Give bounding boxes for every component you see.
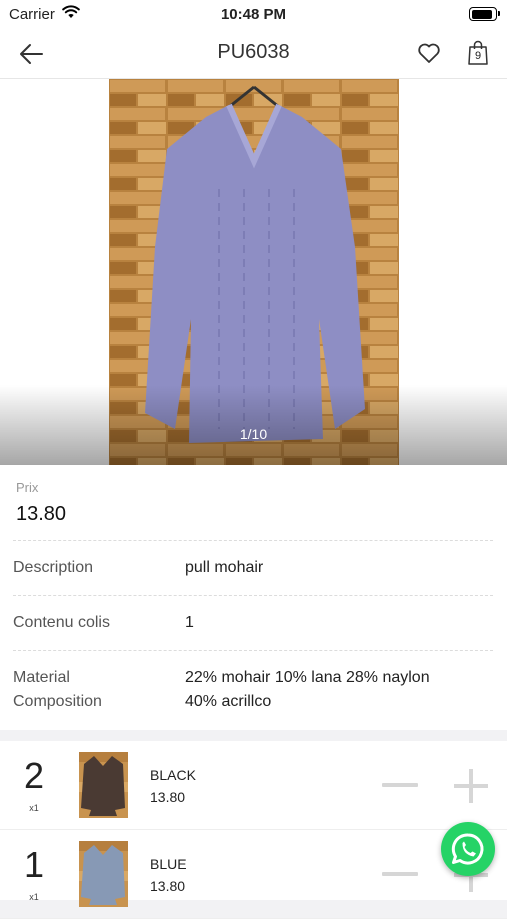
increase-quantity-button[interactable] (454, 769, 488, 803)
variant-list: 2 x1 BLACK 13.80 1 x1 BLUE 13.80 (0, 741, 507, 919)
divider (13, 540, 493, 541)
variant-thumbnail[interactable] (79, 841, 128, 907)
variant-row-blue: 1 x1 BLUE 13.80 (0, 830, 507, 919)
material-value-continued: 40% acrillco (185, 693, 272, 710)
variant-price: 13.80 (150, 878, 186, 894)
variant-color-name: BLUE (150, 856, 187, 872)
battery-icon (469, 7, 500, 21)
price-value: 13.80 (16, 503, 67, 525)
variant-color-name: BLACK (150, 767, 196, 783)
heart-icon[interactable] (417, 41, 441, 65)
product-image-gallery[interactable]: 1/10 (0, 79, 507, 465)
divider (13, 595, 493, 596)
variant-unit: x1 (29, 892, 39, 902)
clock: 10:48 PM (220, 6, 287, 23)
material-value: 22% mohair 10% lana 28% naylon (185, 669, 430, 686)
package-content-value: 1 (185, 614, 194, 631)
package-content-label: Contenu colis (13, 614, 110, 631)
whatsapp-button[interactable] (441, 822, 495, 876)
description-label: Description (13, 559, 94, 576)
navigation-bar: PU6038 9 (0, 30, 507, 79)
cart-button[interactable]: 9 (466, 40, 490, 66)
variant-thumbnail[interactable] (79, 752, 128, 818)
status-bar: Carrier 10:48 PM (0, 0, 507, 30)
cart-count-badge: 9 (474, 50, 482, 62)
variant-price: 13.80 (150, 789, 186, 805)
decrease-quantity-button[interactable] (382, 783, 418, 787)
description-value: pull mohair (185, 559, 264, 576)
material-label: Material (13, 669, 70, 686)
whatsapp-icon (451, 833, 484, 865)
gallery-shade (0, 385, 507, 465)
variant-quantity: 1 (23, 844, 45, 885)
composition-label: Composition (13, 693, 102, 710)
price-label: Prix (16, 480, 39, 495)
variant-unit: x1 (29, 803, 39, 813)
product-details: Prix 13.80 Description pull mohair Conte… (0, 465, 507, 730)
decrease-quantity-button[interactable] (382, 872, 418, 876)
image-counter: 1/10 (239, 426, 268, 442)
variant-quantity: 2 (23, 755, 45, 796)
divider (13, 650, 493, 651)
variant-row-black: 2 x1 BLACK 13.80 (0, 741, 507, 830)
